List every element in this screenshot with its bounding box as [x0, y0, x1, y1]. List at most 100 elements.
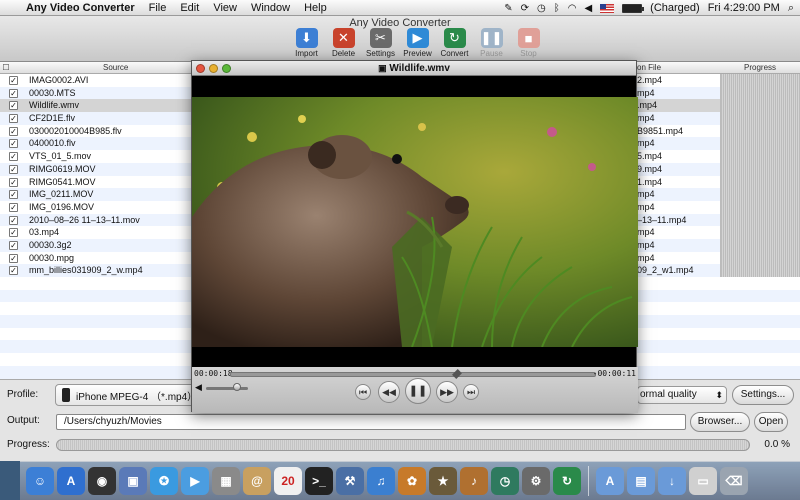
time-machine-icon[interactable]: ◷	[491, 467, 519, 495]
address-book-icon[interactable]: @	[243, 467, 271, 495]
app-store-icon[interactable]: A	[57, 467, 85, 495]
garageband-icon[interactable]: ♪	[460, 467, 488, 495]
preview-button[interactable]: ▶ Preview	[401, 28, 434, 58]
scrubber-thumb[interactable]	[452, 369, 463, 379]
settings-button[interactable]: Settings...	[732, 385, 794, 405]
toolbar-label: Import	[295, 49, 318, 58]
minimize-button[interactable]	[209, 64, 218, 73]
row-checkbox[interactable]: ✓	[9, 139, 18, 149]
stop-button[interactable]: ■ Stop	[512, 28, 545, 58]
row-checkbox[interactable]: ✓	[9, 88, 18, 98]
menu-file[interactable]: File	[149, 2, 167, 14]
row-checkbox[interactable]: ✓	[9, 152, 18, 162]
video-frame[interactable]	[192, 97, 638, 347]
row-checkbox[interactable]: ✓	[9, 228, 18, 238]
volume-slider[interactable]	[206, 387, 248, 390]
row-progress-bar	[720, 162, 800, 176]
source-column-header[interactable]: Source	[103, 63, 128, 72]
row-checkbox[interactable]: ✓	[9, 177, 18, 187]
xcode-icon[interactable]: ⚒	[336, 467, 364, 495]
output-label: Output:	[7, 415, 40, 426]
itunes-icon[interactable]: ♫	[367, 467, 395, 495]
downloads-folder-icon[interactable]: ↓	[658, 467, 686, 495]
open-button[interactable]: Open	[754, 412, 788, 432]
row-checkbox[interactable]: ✓	[9, 240, 18, 250]
row-checkbox[interactable]: ✓	[9, 253, 18, 263]
menu-help[interactable]: Help	[304, 2, 327, 14]
row-checkbox[interactable]: ✓	[9, 101, 18, 111]
battery-status[interactable]: (Charged)	[650, 2, 700, 14]
row-checkbox[interactable]: ✓	[9, 202, 18, 212]
check-column-header[interactable]: ☐	[2, 63, 10, 72]
delete-button[interactable]: ✕ Delete	[327, 28, 360, 58]
player-controls: 00:00:18 -00:00:11 ◀ ⏮ ◀◀ ❚❚ ▶▶ ⏭	[192, 367, 638, 413]
terminal-icon[interactable]: >_	[305, 467, 333, 495]
imovie-icon[interactable]: ★	[429, 467, 457, 495]
profile-select[interactable]: iPhone MPEG-4 （*.mp4）	[55, 384, 205, 406]
menu-view[interactable]: View	[213, 2, 237, 14]
preview-app-icon[interactable]: ▣	[119, 467, 147, 495]
calendar-icon[interactable]: 20	[274, 467, 302, 495]
input-source-flag-icon[interactable]	[600, 3, 615, 13]
close-button[interactable]	[196, 64, 205, 73]
sync-icon[interactable]: ⟳	[521, 3, 529, 14]
system-preferences-icon[interactable]: ⚙	[522, 467, 550, 495]
row-checkbox[interactable]: ✓	[9, 190, 18, 200]
settings-icon: ✂	[369, 28, 392, 48]
skip-forward-button[interactable]: ⏭	[463, 384, 479, 400]
row-progress-bar	[720, 124, 800, 138]
menu-app-name[interactable]: Any Video Converter	[26, 2, 135, 14]
clock[interactable]: Fri 4:29:00 PM	[708, 2, 780, 14]
row-checkbox[interactable]: ✓	[9, 266, 18, 276]
calculator-icon[interactable]: ▦	[212, 467, 240, 495]
timemachine-menu-icon[interactable]: ◷	[537, 3, 546, 14]
menu-edit[interactable]: Edit	[180, 2, 199, 14]
menu-window[interactable]: Window	[251, 2, 290, 14]
finder-icon[interactable]: ☺	[26, 467, 54, 495]
pause-button[interactable]: ❚❚	[405, 378, 431, 404]
dashboard-icon[interactable]: ◉	[88, 467, 116, 495]
volume-menu-icon[interactable]: ◀	[584, 3, 592, 14]
convert-button[interactable]: ↻ Convert	[438, 28, 471, 58]
row-checkbox[interactable]: ✓	[9, 164, 18, 174]
playback-scrubber[interactable]	[230, 369, 596, 379]
player-title: Wildlife.wmv	[389, 63, 450, 74]
pause-button[interactable]: ❚❚ Pause	[475, 28, 508, 58]
rewind-button[interactable]: ◀◀	[378, 381, 400, 403]
video-converter-icon[interactable]: ↻	[553, 467, 581, 495]
facetime-icon[interactable]: ▶	[181, 467, 209, 495]
applications-folder-icon[interactable]: A	[596, 467, 624, 495]
source-file-name: IMAG0002.AVI	[29, 75, 89, 85]
safari-icon[interactable]: ✪	[150, 467, 178, 495]
photo-icon[interactable]: ✿	[398, 467, 426, 495]
row-progress-bar	[720, 175, 800, 189]
fast-forward-button[interactable]: ▶▶	[436, 381, 458, 403]
zoom-button[interactable]	[222, 64, 231, 73]
wifi-icon[interactable]: ◠	[568, 3, 577, 14]
row-progress-bar	[720, 226, 800, 239]
spotlight-icon[interactable]: ⌕	[788, 2, 794, 15]
documents-folder-icon[interactable]: ▤	[627, 467, 655, 495]
delete-icon: ✕	[332, 28, 355, 48]
stack-icon[interactable]: ▭	[689, 467, 717, 495]
row-checkbox[interactable]: ✓	[9, 126, 18, 136]
trash-icon[interactable]: ⌫	[720, 467, 748, 495]
volume-icon[interactable]: ◀	[195, 382, 202, 393]
row-checkbox[interactable]: ✓	[9, 114, 18, 124]
skip-back-button[interactable]: ⏮	[355, 384, 371, 400]
script-menu-icon[interactable]: ✎	[504, 3, 512, 14]
volume-knob[interactable]	[233, 383, 241, 391]
quality-select[interactable]: ormal quality	[637, 386, 727, 404]
dest-column-header[interactable]: on File	[637, 63, 661, 72]
row-checkbox[interactable]: ✓	[9, 76, 18, 85]
browser-button[interactable]: Browser...	[690, 412, 750, 432]
source-file-name: VTS_01_5.mov	[29, 151, 92, 162]
import-button[interactable]: ⬇ Import	[290, 28, 323, 58]
source-file-name: IMG_0211.MOV	[29, 189, 94, 200]
progress-column-header[interactable]: Progress	[744, 63, 776, 72]
row-checkbox[interactable]: ✓	[9, 215, 18, 225]
bluetooth-icon[interactable]: ᛒ	[554, 3, 560, 14]
battery-icon[interactable]	[622, 3, 645, 13]
output-path-field[interactable]: /Users/chyuzh/Movies	[56, 414, 686, 430]
settings-button[interactable]: ✂ Settings	[364, 28, 397, 58]
